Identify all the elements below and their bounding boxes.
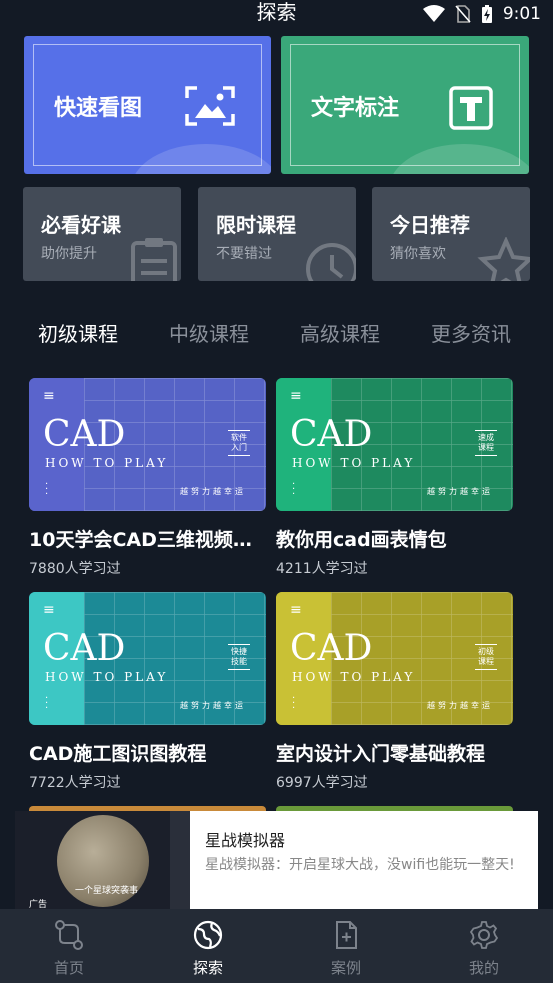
- clipboard-icon: [131, 238, 177, 281]
- dots-icon: · · ·: [292, 479, 296, 500]
- nav-home[interactable]: 首页: [24, 919, 114, 978]
- text-annotate-card[interactable]: 文字标注: [281, 36, 529, 174]
- thumbnail-howto-text: HOW TO PLAY: [45, 456, 169, 470]
- limited-course-title: 限时课程: [216, 213, 296, 237]
- home-path-icon: [55, 920, 83, 950]
- course-thumbnail[interactable]: ≡ CAD HOW TO PLAY 速成课程 越努力越幸运 · · ·: [276, 378, 513, 511]
- text-annotate-label: 文字标注: [311, 96, 400, 121]
- thumbnail-slogan: 越努力越幸运: [180, 487, 246, 496]
- thumbnail-howto-text: HOW TO PLAY: [292, 456, 416, 470]
- course-title: 室内设计入门零基础教程: [276, 743, 486, 765]
- nav-mine-label: 我的: [468, 959, 499, 977]
- dots-icon: · · ·: [45, 479, 49, 500]
- menu-icon: ≡: [43, 602, 55, 618]
- dots-icon: · · ·: [292, 693, 296, 714]
- course-card[interactable]: ≡ CAD HOW TO PLAY 快捷技能 越努力越幸运 · · · CAD施工图…: [29, 592, 266, 792]
- thumbnail-cad-text: CAD: [290, 628, 373, 669]
- thumbnail-tag: 速成课程: [475, 430, 497, 456]
- star-icon: [477, 237, 530, 281]
- today-recommend-title: 今日推荐: [390, 213, 470, 237]
- globe-icon: [193, 920, 223, 950]
- course-thumbnail[interactable]: ≡ CAD HOW TO PLAY 初级课程 越努力越幸运 · · ·: [276, 592, 513, 725]
- status-icons: 9:01: [422, 4, 541, 24]
- course-title: CAD施工图识图教程: [29, 743, 207, 765]
- clock: 9:01: [502, 4, 541, 24]
- bottom-nav: 首页 探索 案例 我的: [0, 909, 553, 983]
- text-annotate-icon: [449, 86, 493, 130]
- ad-tag: 广告: [29, 900, 48, 909]
- tab-beginner[interactable]: 初级课程: [38, 318, 169, 347]
- course-title: 10天学会CAD三维视频…: [29, 529, 252, 551]
- course-thumbnail[interactable]: ≡ CAD HOW TO PLAY 快捷技能 越努力越幸运 · · ·: [29, 592, 266, 725]
- no-sim-icon: [455, 5, 471, 23]
- today-recommend-card[interactable]: 今日推荐 猜你喜欢: [372, 187, 530, 281]
- ad-description: 星战模拟器：开启星球大战，没wifi也能玩一整天!: [205, 857, 515, 873]
- thumbnail-cad-text: CAD: [290, 414, 373, 455]
- dots-icon: · · ·: [45, 693, 49, 714]
- menu-icon: ≡: [290, 388, 302, 404]
- clock-icon: [306, 243, 356, 281]
- tab-intermediate[interactable]: 中级课程: [169, 318, 300, 347]
- ad-image[interactable]: 一个星球突袭事 广告: [15, 811, 190, 909]
- course-card[interactable]: ≡ CAD HOW TO PLAY 速成课程 越努力越幸运 · · · 教你用cad…: [276, 378, 513, 578]
- course-card[interactable]: ≡ CAD HOW TO PLAY 初级课程 越努力越幸运 · · · 室内设计入门…: [276, 592, 513, 792]
- course-thumbnail[interactable]: ≡ CAD HOW TO PLAY 软件入门 越努力越幸运 · · ·: [29, 378, 266, 511]
- thumbnail-howto-text: HOW TO PLAY: [45, 670, 169, 684]
- image-view-icon: [185, 86, 235, 126]
- status-bar: 探索 9:01: [0, 0, 553, 30]
- nav-explore-label: 探索: [192, 959, 223, 977]
- nav-explore[interactable]: 探索: [163, 919, 253, 978]
- course-level-tabs: 初级课程 中级课程 高级课程 更多资讯: [38, 318, 553, 347]
- course-learners: 4211人学习过: [276, 561, 368, 577]
- quick-view-label: 快速看图: [54, 96, 143, 121]
- course-learners: 6997人学习过: [276, 775, 368, 791]
- document-icon: [336, 921, 357, 949]
- gear-icon: [469, 921, 499, 949]
- ad-image-caption: 一个星球突袭事: [75, 886, 139, 896]
- tab-advanced[interactable]: 高级课程: [300, 318, 431, 347]
- course-title: 教你用cad画表情包: [276, 529, 447, 551]
- limited-course-subtitle: 不要错过: [216, 246, 272, 262]
- thumbnail-slogan: 越努力越幸运: [427, 701, 493, 710]
- must-watch-card[interactable]: 必看好课 助你提升: [23, 187, 181, 281]
- thumbnail-cad-text: CAD: [43, 628, 126, 669]
- ad-title: 星战模拟器: [205, 831, 286, 850]
- thumbnail-tag: 软件入门: [228, 430, 250, 456]
- thumbnail-slogan: 越努力越幸运: [180, 701, 246, 710]
- nav-home-label: 首页: [53, 959, 84, 977]
- limited-course-card[interactable]: 限时课程 不要错过: [198, 187, 356, 281]
- wifi-icon: [422, 5, 445, 22]
- thumbnail-tag: 初级课程: [475, 644, 497, 670]
- thumbnail-howto-text: HOW TO PLAY: [292, 670, 416, 684]
- thumbnail-cad-text: CAD: [43, 414, 126, 455]
- nav-cases-label: 案例: [330, 959, 361, 977]
- must-watch-title: 必看好课: [41, 213, 121, 237]
- ad-banner[interactable]: 一个星球突袭事 广告 星战模拟器 星战模拟器：开启星球大战，没wifi也能玩一整…: [15, 811, 538, 909]
- course-card[interactable]: ≡ CAD HOW TO PLAY 软件入门 越努力越幸运 · · · 10天学会C…: [29, 378, 266, 578]
- quick-view-card[interactable]: 快速看图: [24, 36, 271, 174]
- battery-charging-icon: [481, 5, 492, 23]
- nav-cases[interactable]: 案例: [301, 919, 391, 978]
- thumbnail-slogan: 越努力越幸运: [427, 487, 493, 496]
- today-recommend-subtitle: 猜你喜欢: [390, 246, 446, 262]
- menu-icon: ≡: [290, 602, 302, 618]
- menu-icon: ≡: [43, 388, 55, 404]
- tab-more-news[interactable]: 更多资讯: [431, 318, 553, 347]
- course-learners: 7722人学习过: [29, 775, 121, 791]
- nav-mine[interactable]: 我的: [439, 919, 529, 978]
- must-watch-subtitle: 助你提升: [41, 246, 97, 262]
- course-learners: 7880人学习过: [29, 561, 121, 577]
- thumbnail-tag: 快捷技能: [228, 644, 250, 670]
